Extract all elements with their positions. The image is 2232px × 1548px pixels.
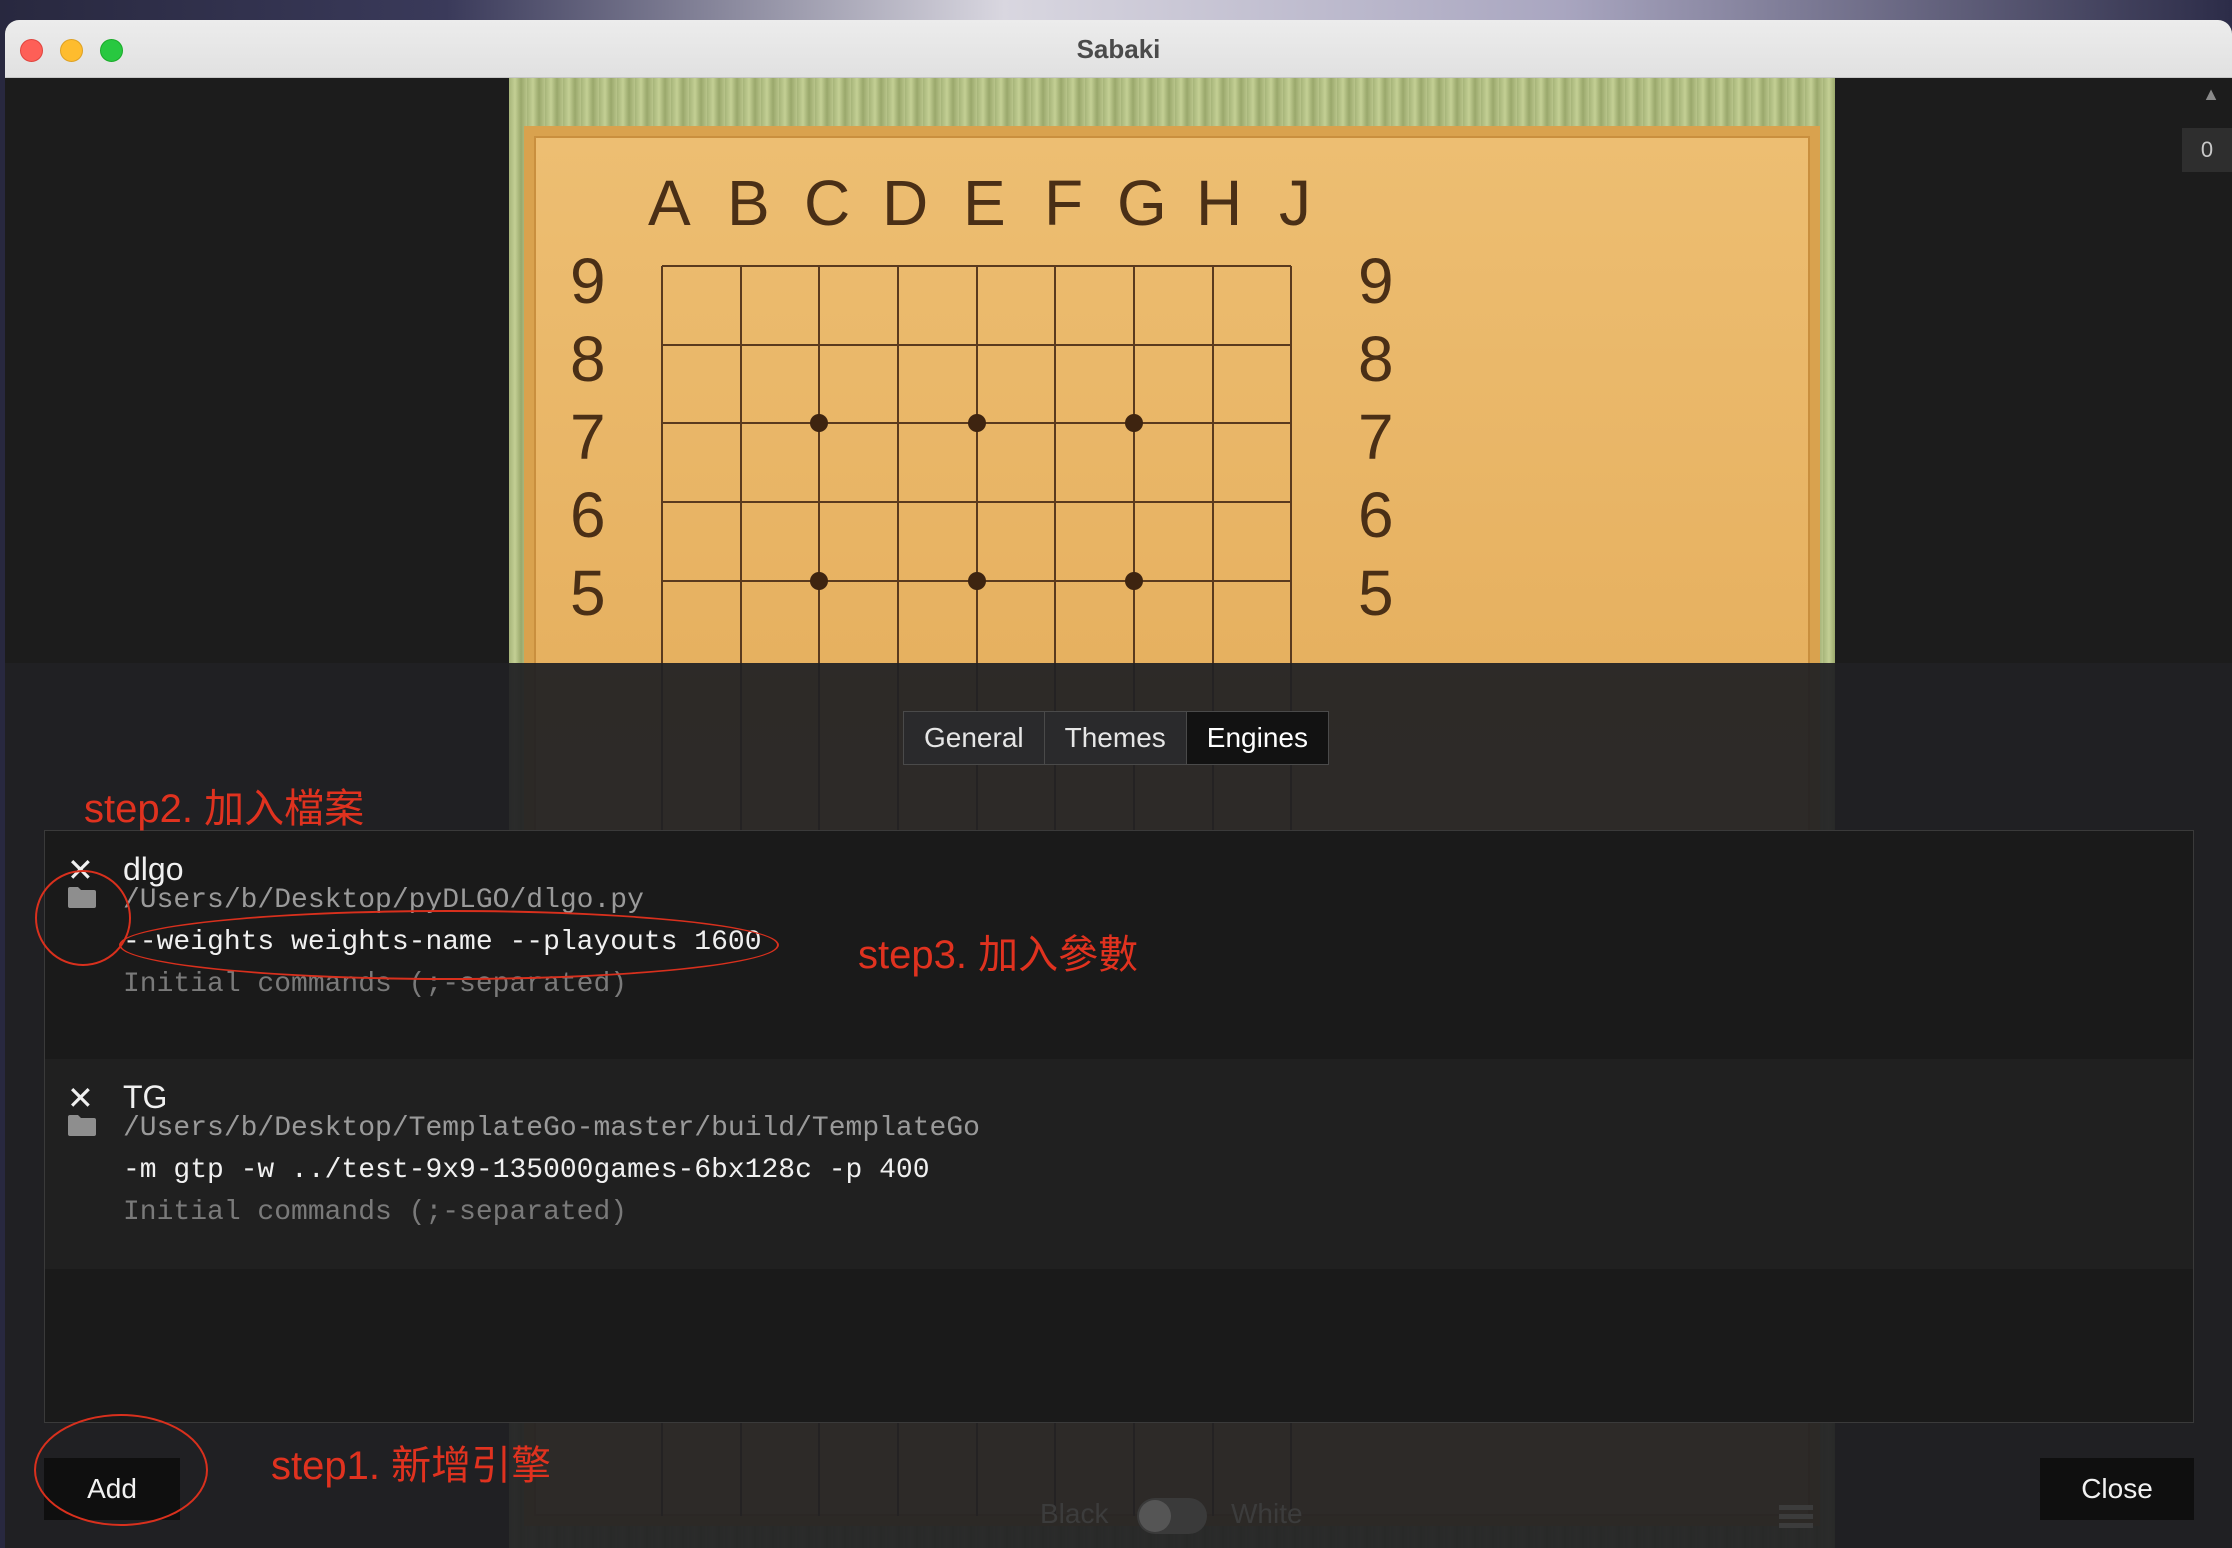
annotation-circle-arguments	[119, 910, 779, 980]
annotation-step3: step3. 加入參數	[858, 933, 1139, 977]
annotation-circle-folder	[35, 870, 131, 966]
title-bar: Sabaki	[5, 20, 2232, 78]
tab-general[interactable]: General	[904, 712, 1045, 764]
toggle-knob	[1139, 1500, 1171, 1532]
remove-engine-icon[interactable]: ✕	[67, 1079, 94, 1117]
scroll-up-icon[interactable]: ▲	[2202, 84, 2220, 105]
black-player-label: Black	[1040, 1498, 1109, 1529]
star-point	[968, 414, 986, 432]
star-point	[1125, 572, 1143, 590]
annotation-step2: step2. 加入檔案	[84, 787, 365, 831]
window-title: Sabaki	[1076, 34, 1161, 64]
star-point	[1125, 414, 1143, 432]
close-button[interactable]: Close	[2040, 1458, 2194, 1520]
star-point	[810, 572, 828, 590]
player-toggle[interactable]	[1137, 1498, 1207, 1534]
star-point	[810, 414, 828, 432]
engine-arguments-field[interactable]	[123, 1151, 1623, 1189]
preferences-tabs: General Themes Engines	[903, 711, 1329, 765]
annotation-step1: step1. 新增引擎	[271, 1444, 552, 1488]
white-player-label: White	[1231, 1498, 1303, 1529]
move-counter: 0	[2182, 128, 2232, 172]
tab-themes[interactable]: Themes	[1044, 712, 1187, 764]
folder-icon[interactable]	[67, 1113, 97, 1137]
engine-item: ✕	[45, 1059, 2193, 1269]
initial-commands-field[interactable]	[123, 1193, 1623, 1231]
star-point	[968, 572, 986, 590]
menu-icon[interactable]	[1779, 1505, 1813, 1529]
tab-engines[interactable]: Engines	[1186, 712, 1328, 764]
annotation-circle-add	[34, 1414, 208, 1526]
engine-path-field[interactable]	[123, 1109, 1623, 1147]
